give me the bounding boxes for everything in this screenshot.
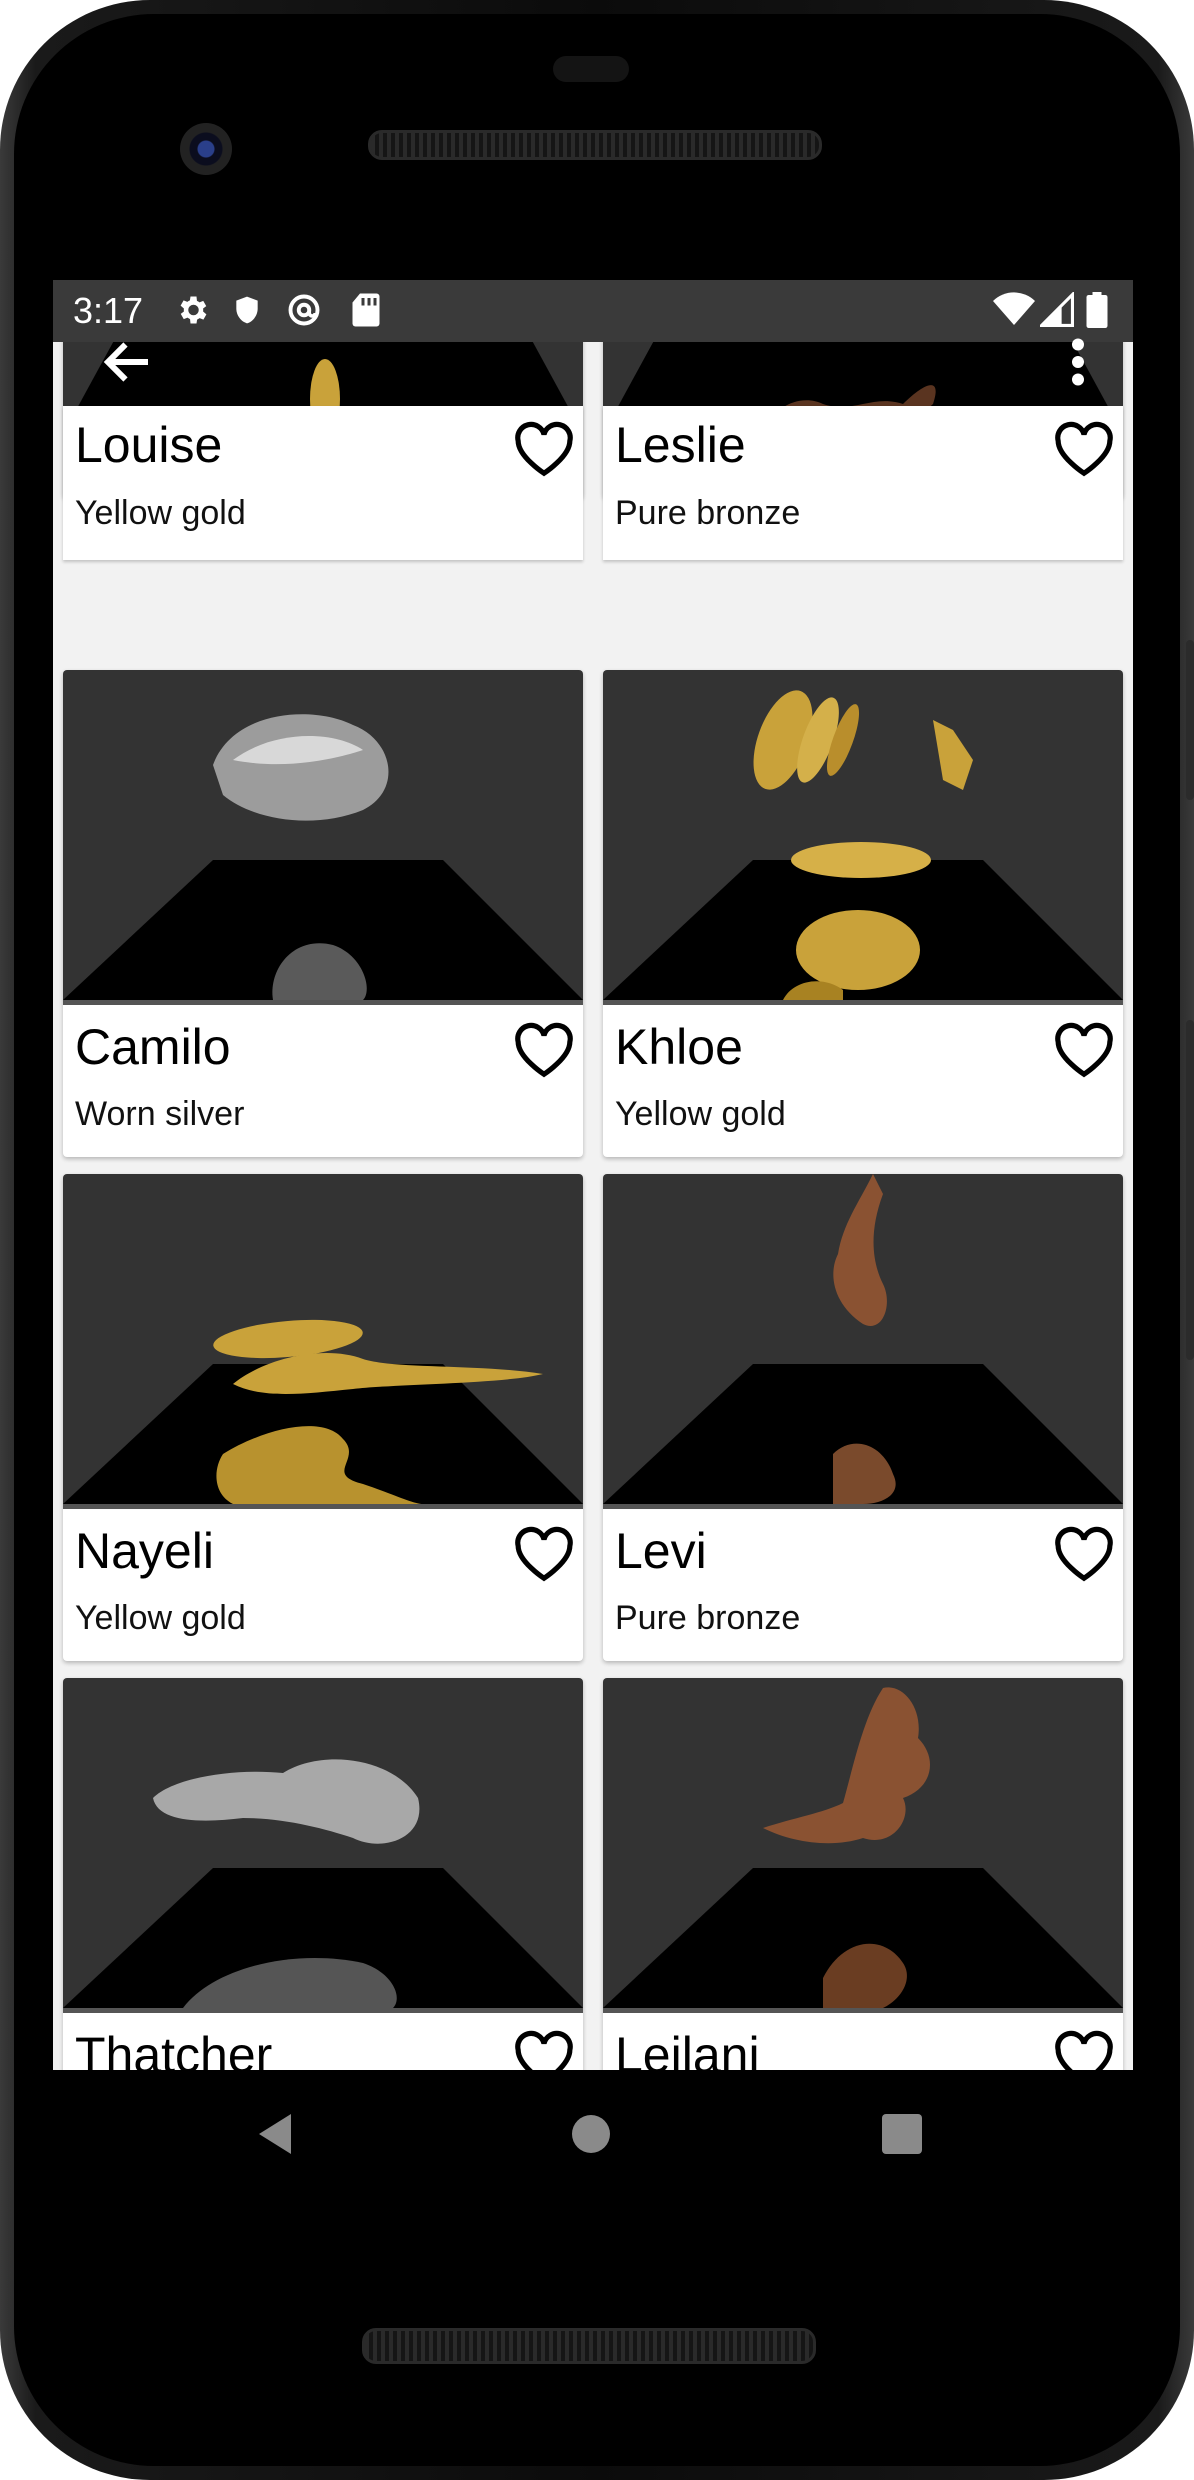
signal-icon	[1040, 292, 1074, 327]
card-subtitle: Yellow gold	[75, 494, 246, 532]
bottom-speaker	[362, 2328, 816, 2364]
at-sign-icon	[288, 294, 320, 326]
more-vertical-icon[interactable]	[1063, 332, 1093, 392]
card-title: Khloe	[615, 1019, 743, 1075]
status-bar: 3:17	[53, 280, 1133, 342]
heart-icon[interactable]	[1053, 2030, 1115, 2070]
card-thumbnail	[603, 1174, 1123, 1509]
heart-icon[interactable]	[513, 2030, 575, 2070]
sculpture-grid: Louise	[53, 280, 1133, 2070]
card-thumbnail	[603, 1678, 1123, 2013]
card-thumbnail	[63, 1174, 583, 1509]
card-subtitle: Yellow gold	[75, 1599, 246, 1637]
card-louise-footer[interactable]: Louise Yellow gold	[63, 406, 583, 560]
screen: 3:17 Camilo Worn silver Khloe Yellow gol…	[53, 280, 1133, 2070]
card-title: Camilo	[75, 1019, 231, 1075]
earpiece-speaker	[368, 130, 822, 160]
triangle-back-icon[interactable]	[255, 2110, 295, 2158]
heart-icon[interactable]	[1053, 1022, 1115, 1080]
battery-icon	[1086, 292, 1108, 328]
card-subtitle: Worn silver	[75, 1095, 245, 1133]
card-subtitle: Pure bronze	[615, 494, 801, 532]
status-time: 3:17	[73, 290, 144, 331]
wifi-icon	[993, 292, 1035, 325]
card-title: Levi	[615, 1523, 707, 1579]
navigation-bar	[0, 2070, 1194, 2210]
card-title: Leslie	[615, 417, 746, 473]
front-camera	[180, 123, 232, 175]
card-nayeli[interactable]: Nayeli Yellow gold	[63, 1174, 583, 1661]
card-title: Nayeli	[75, 1523, 214, 1579]
arrow-left-icon[interactable]	[98, 332, 158, 392]
card-camilo[interactable]: Camilo Worn silver	[63, 670, 583, 1157]
heart-icon[interactable]	[513, 421, 575, 479]
circle-home-icon[interactable]	[571, 2114, 611, 2154]
proximity-sensor	[553, 56, 629, 82]
card-leslie-footer[interactable]: Leslie Pure bronze	[603, 406, 1123, 560]
heart-icon[interactable]	[513, 1022, 575, 1080]
card-title: Louise	[75, 417, 223, 473]
card-title: Thatcher	[75, 2027, 273, 2070]
card-khloe[interactable]: Khloe Yellow gold	[603, 670, 1123, 1157]
power-button	[1186, 640, 1194, 800]
shield-icon	[236, 296, 258, 324]
card-subtitle: Pure bronze	[615, 1599, 801, 1637]
card-leilani[interactable]: Leilani	[603, 1678, 1123, 2070]
card-thumbnail	[63, 1678, 583, 2013]
card-thatcher[interactable]: Thatcher	[63, 1678, 583, 2070]
heart-icon[interactable]	[1053, 421, 1115, 479]
heart-icon[interactable]	[513, 1526, 575, 1584]
card-thumbnail	[603, 670, 1123, 1005]
card-levi[interactable]: Levi Pure bronze	[603, 1174, 1123, 1661]
gear-icon	[180, 296, 207, 324]
card-title: Leilani	[615, 2027, 760, 2070]
volume-button	[1186, 1020, 1194, 1360]
square-recents-icon[interactable]	[882, 2114, 922, 2154]
card-subtitle: Yellow gold	[615, 1095, 786, 1133]
sd-card-icon	[352, 293, 380, 327]
heart-icon[interactable]	[1053, 1526, 1115, 1584]
card-thumbnail	[63, 670, 583, 1005]
